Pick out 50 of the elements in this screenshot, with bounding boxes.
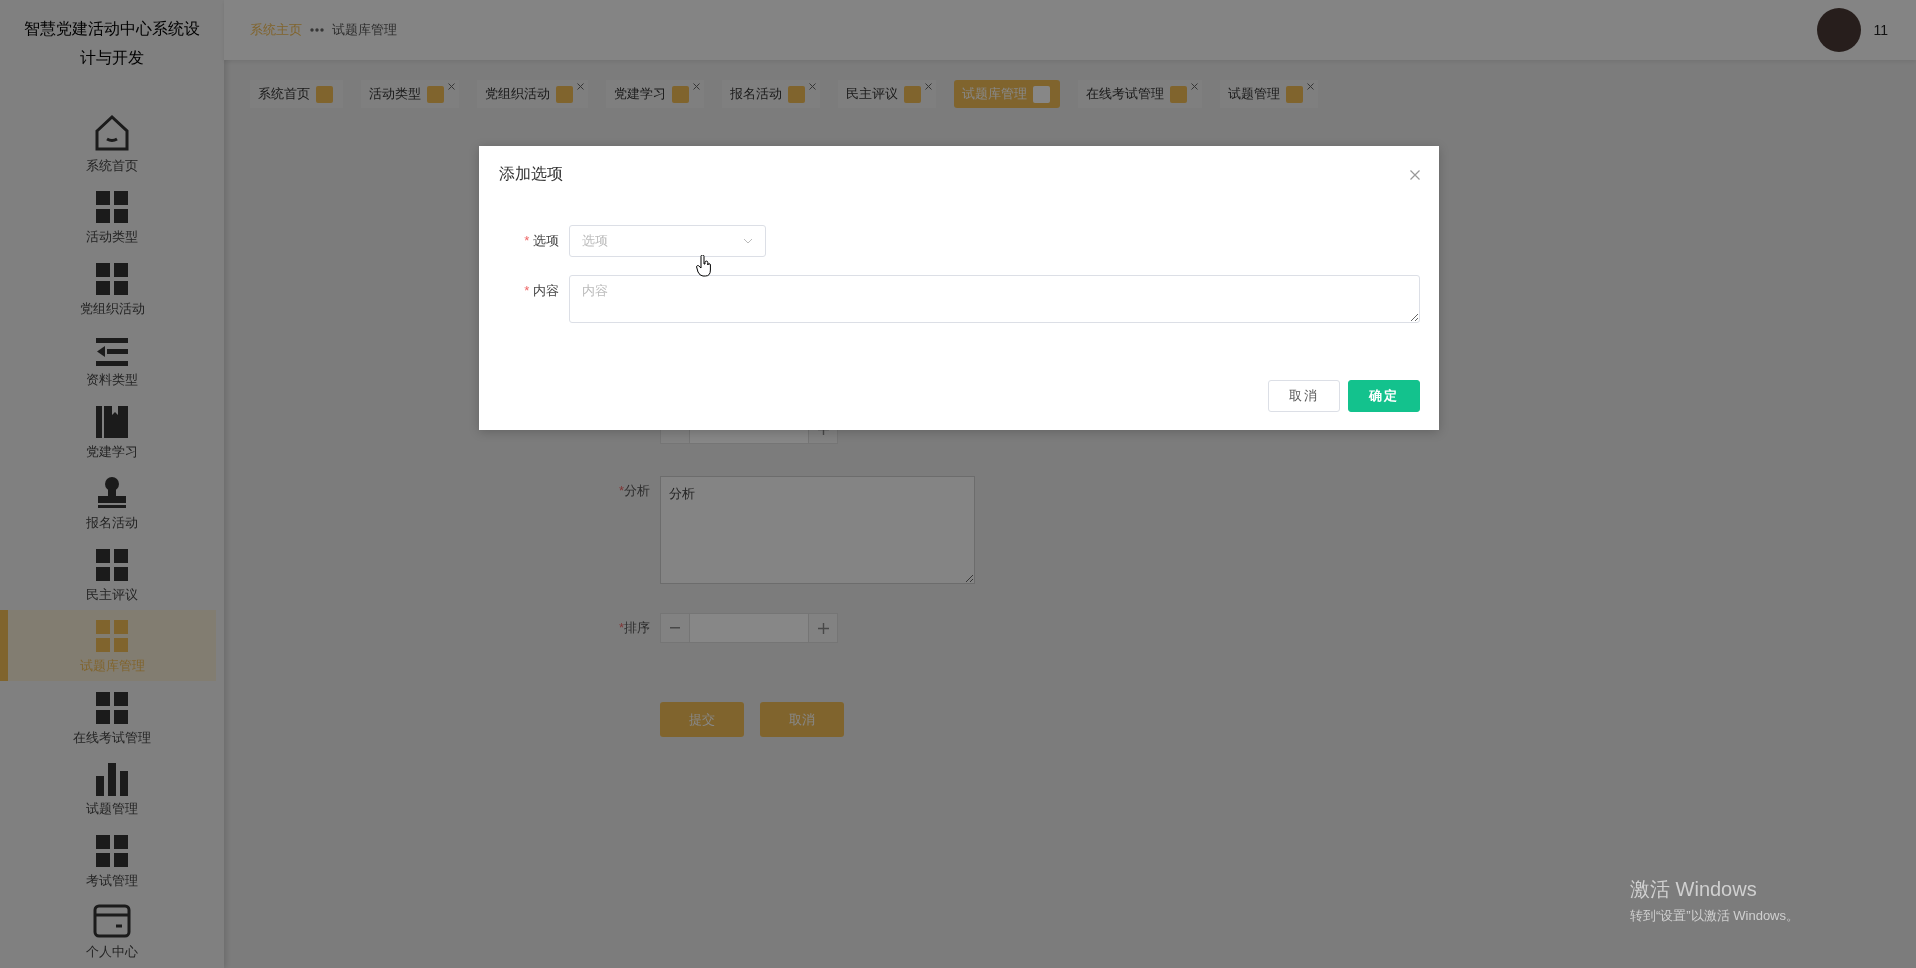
confirm-button[interactable]: 确定 bbox=[1348, 380, 1420, 412]
sidebar-item[interactable]: 报名活动 bbox=[0, 466, 216, 538]
sidebar-item[interactable]: 活动类型 bbox=[0, 180, 216, 252]
grid-icon bbox=[95, 690, 129, 725]
sidebar-item[interactable]: 资料类型 bbox=[0, 323, 216, 395]
grid-icon bbox=[95, 619, 129, 653]
stamp-icon bbox=[95, 476, 129, 510]
sidebar-item[interactable]: 在线考试管理 bbox=[0, 681, 216, 753]
number-input[interactable] bbox=[660, 613, 838, 643]
textarea-field[interactable]: 分析 bbox=[660, 476, 975, 584]
user-name: 11 bbox=[1873, 22, 1888, 38]
close-icon[interactable] bbox=[448, 83, 455, 90]
sidebar-item[interactable]: 民主评议 bbox=[0, 538, 216, 610]
sidebar-item[interactable]: 党组织活动 bbox=[0, 252, 216, 324]
close-icon[interactable] bbox=[1191, 83, 1198, 90]
sidebar-item[interactable]: 系统首页 bbox=[0, 109, 216, 181]
close-icon[interactable] bbox=[577, 83, 584, 90]
activation-title: 激活 Windows bbox=[1630, 877, 1758, 902]
cancel-button[interactable]: 取消 bbox=[1268, 380, 1340, 412]
textarea-field[interactable]: 内容 bbox=[569, 275, 1420, 323]
grid-icon bbox=[95, 833, 129, 868]
grid-icon bbox=[95, 261, 129, 296]
book-icon bbox=[95, 404, 129, 439]
close-icon[interactable] bbox=[1307, 83, 1314, 90]
avatar[interactable] bbox=[1817, 8, 1862, 52]
activation-text: 转到“设置”以激活 Windows。 bbox=[1630, 907, 1799, 925]
sidebar-item[interactable]: 试题管理 bbox=[0, 752, 216, 824]
breadcrumb-item: 试题库管理 bbox=[332, 21, 397, 39]
sidebar-item[interactable]: 党建学习 bbox=[0, 395, 216, 467]
grid-icon bbox=[95, 190, 129, 224]
sidebar-item[interactable]: 考试管理 bbox=[0, 824, 216, 896]
field-label: *排序 bbox=[618, 620, 650, 635]
grid-icon bbox=[95, 547, 129, 582]
field-label: *分析 bbox=[618, 483, 650, 498]
plus-icon[interactable] bbox=[817, 622, 829, 634]
close-icon[interactable] bbox=[1410, 169, 1420, 180]
chevron-down-icon bbox=[743, 238, 753, 244]
more-icon bbox=[310, 28, 324, 32]
list-icon bbox=[95, 337, 129, 367]
close-icon[interactable] bbox=[925, 83, 932, 90]
close-icon[interactable] bbox=[693, 83, 700, 90]
field-label: * 内容 bbox=[523, 282, 559, 300]
close-icon[interactable] bbox=[809, 83, 816, 90]
hand-cursor-icon bbox=[696, 255, 712, 277]
field-label: * 选项 bbox=[523, 232, 559, 250]
app-title: 智慧党建活动中心系统设计与开发 bbox=[23, 19, 201, 68]
sidebar-item[interactable]: 个人中心 bbox=[0, 895, 216, 967]
bar-chart-icon bbox=[95, 762, 129, 796]
dialog-title: 添加选项 bbox=[499, 164, 563, 184]
card-icon bbox=[92, 903, 132, 939]
